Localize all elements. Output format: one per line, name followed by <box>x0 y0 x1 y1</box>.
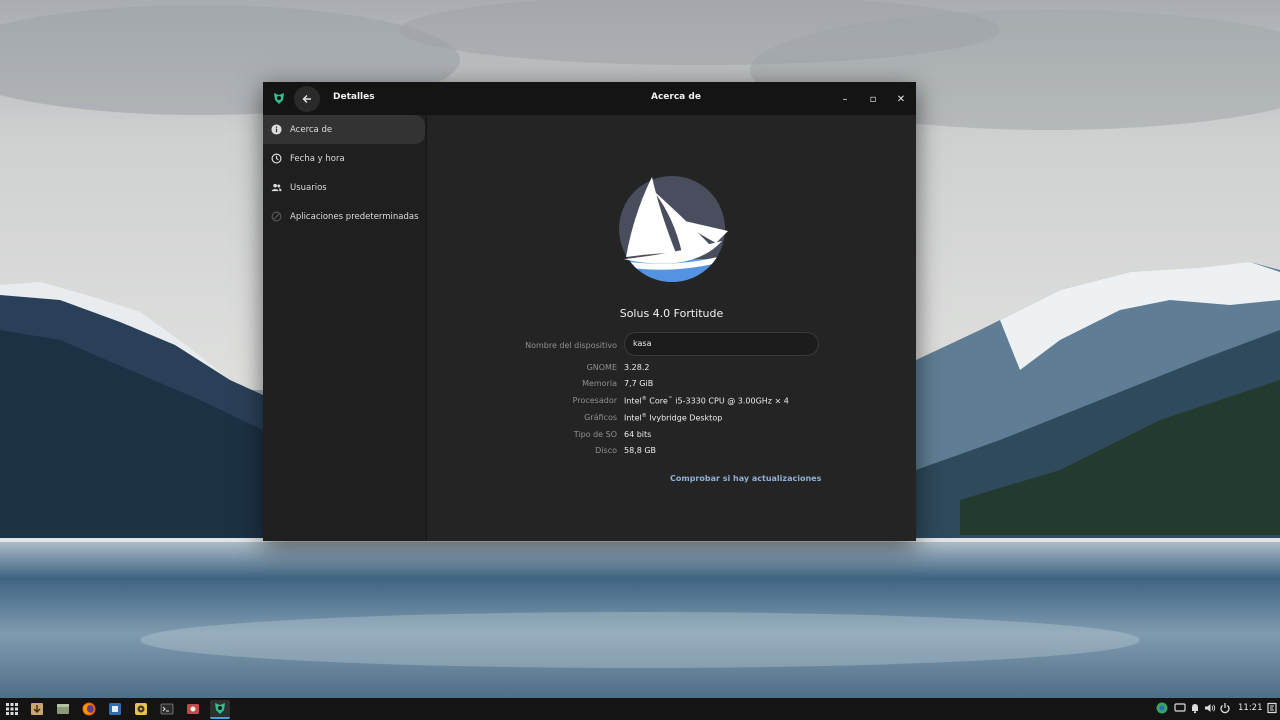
power-icon[interactable] <box>1219 702 1231 714</box>
disk-value: 58,8 GB <box>624 446 657 455</box>
info-icon <box>271 124 282 135</box>
window-titlebar[interactable]: Detalles Acerca de – ▫ ✕ <box>263 82 916 115</box>
minimize-button[interactable]: – <box>836 90 854 108</box>
rhythmbox-icon[interactable] <box>133 701 149 717</box>
settings-app-icon <box>274 93 284 104</box>
settings-window: Detalles Acerca de – ▫ ✕ Acerca de Fecha <box>263 82 916 541</box>
paint-icon[interactable] <box>107 701 123 717</box>
about-panel: Solus 4.0 Fortitude Nombre del dispositi… <box>427 115 916 541</box>
sidebar-item-label: Acerca de <box>290 124 333 135</box>
check-updates-link[interactable]: Comprobar si hay actualizaciones <box>670 474 821 483</box>
screen-recorder-icon[interactable] <box>185 701 201 717</box>
taskbar: 11:21 <box>0 698 1280 720</box>
sidebar-item-label: Aplicaciones predeterminadas <box>290 211 419 222</box>
maximize-button[interactable]: ▫ <box>864 90 882 108</box>
firefox-icon[interactable] <box>81 701 97 717</box>
clock-icon <box>271 153 282 164</box>
os-name: Solus 4.0 Fortitude <box>619 307 724 320</box>
sidebar-header-title: Detalles <box>333 92 375 102</box>
minimize-icon: – <box>842 93 848 105</box>
close-icon: ✕ <box>896 93 906 105</box>
sidebar-item-users[interactable]: Usuarios <box>263 173 425 202</box>
gnome-label: GNOME <box>586 363 617 372</box>
back-button[interactable] <box>294 86 320 112</box>
maximize-icon: ▫ <box>869 93 877 105</box>
volume-icon[interactable] <box>1204 702 1216 714</box>
downloader-icon[interactable] <box>29 701 45 717</box>
graphics-label: Gráficos <box>584 413 617 422</box>
clock[interactable]: 11:21 <box>1238 703 1263 713</box>
raven-icon[interactable] <box>1266 702 1278 714</box>
sidebar-item-date-time[interactable]: Fecha y hora <box>263 144 425 173</box>
processor-label: Procesador <box>572 396 617 405</box>
menu-grid-icon[interactable] <box>4 701 20 717</box>
disk-label: Disco <box>595 446 617 455</box>
settings-sidebar: Acerca de Fecha y hora Usuarios Aplicaci… <box>263 115 427 541</box>
arrow-left-icon <box>302 95 311 103</box>
window-title: Acerca de <box>651 92 701 102</box>
chat-icon[interactable] <box>1174 702 1186 714</box>
close-button[interactable]: ✕ <box>892 90 910 108</box>
sidebar-item-label: Fecha y hora <box>290 153 345 164</box>
processor-value: Intel® Core™ i5-3330 CPU @ 3.00GHz × 4 <box>624 396 789 406</box>
os-type-label: Tipo de SO <box>573 430 617 439</box>
sidebar-item-label: Usuarios <box>290 182 327 193</box>
settings-app-icon <box>215 703 225 714</box>
files-icon[interactable] <box>55 701 71 717</box>
device-name-input[interactable]: kasa <box>624 332 819 356</box>
browser-tray-icon[interactable] <box>1156 702 1168 714</box>
memory-label: Memoria <box>582 379 617 388</box>
os-type-value: 64 bits <box>624 430 652 439</box>
sidebar-item-default-apps[interactable]: Aplicaciones predeterminadas <box>263 202 425 231</box>
sidebar-item-about[interactable]: Acerca de <box>263 115 425 144</box>
device-name-label: Nombre del dispositivo <box>525 341 617 350</box>
memory-value: 7,7 GiB <box>624 379 654 388</box>
terminal-icon[interactable] <box>159 701 175 717</box>
graphics-value: Intel® Ivybridge Desktop <box>624 413 723 423</box>
users-icon <box>271 183 282 192</box>
solus-logo <box>619 173 728 282</box>
default-apps-icon <box>271 211 282 222</box>
taskbar-settings-app[interactable] <box>210 700 230 719</box>
notification-icon[interactable] <box>1189 702 1201 714</box>
gnome-value: 3.28.2 <box>624 363 650 372</box>
